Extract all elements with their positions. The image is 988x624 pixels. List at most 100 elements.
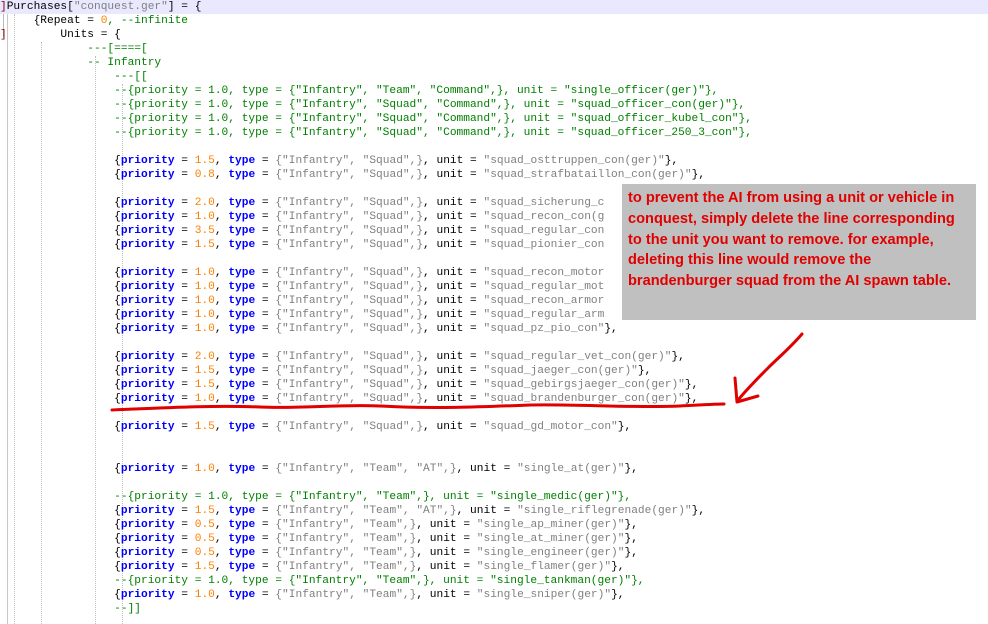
code-line[interactable]: ---[[ (0, 70, 148, 84)
code-line[interactable]: {priority = 0.8, type = {"Infantry", "Sq… (0, 168, 705, 182)
code-keyword: priority (120, 393, 175, 405)
code-line[interactable]: --{priority = 1.0, type = {"Infantry", "… (0, 84, 718, 98)
code-keyword: priority (120, 379, 175, 391)
code-text: , (214, 365, 229, 377)
code-line[interactable]: ] Units = { (0, 28, 121, 42)
code-line[interactable]: {priority = 1.0, type = {"Infantry", "Sq… (0, 210, 604, 224)
code-line[interactable]: {priority = 1.5, type = {"Infantry", "Sq… (0, 364, 651, 378)
code-keyword: type (228, 323, 256, 335)
code-text: , unit = (423, 393, 484, 405)
code-text: = (174, 323, 195, 335)
code-line[interactable]: {priority = 1.5, type = {"Infantry", "Sq… (0, 238, 604, 252)
code-line[interactable]: {priority = 1.0, type = {"Infantry", "Sq… (0, 322, 618, 336)
code-text: , unit = (423, 309, 484, 321)
code-text: }, (691, 169, 706, 181)
code-line[interactable]: {priority = 1.0, type = {"Infantry", "Sq… (0, 266, 604, 280)
code-text: , unit = (416, 533, 477, 545)
code-number: 1.5 (194, 239, 215, 251)
code-text: , unit = (423, 267, 484, 279)
code-number: 1.0 (194, 309, 215, 321)
code-text: = (255, 519, 276, 531)
code-text: , (214, 211, 229, 223)
code-text: = (174, 155, 195, 167)
code-text: = (174, 351, 195, 363)
code-line[interactable]: --{priority = 1.0, type = {"Infantry", "… (0, 490, 631, 504)
code-string: "squad_jaeger_con(ger)" (483, 365, 638, 377)
code-string: {"Infantry", "Squad",} (275, 197, 424, 209)
code-string: {"Infantry", "Team",} (275, 547, 417, 559)
code-line[interactable]: --{priority = 1.0, type = {"Infantry", "… (0, 98, 745, 112)
code-line[interactable]: ---[====[ (0, 42, 148, 56)
code-line[interactable]: {priority = 0.5, type = {"Infantry", "Te… (0, 518, 638, 532)
code-string: {"Infantry", "Team", "AT",} (275, 505, 457, 517)
code-line[interactable]: {priority = 1.5, type = {"Infantry", "Te… (0, 560, 624, 574)
code-text: , unit = (423, 379, 484, 391)
code-text: = (174, 197, 195, 209)
code-keyword: priority (120, 197, 175, 209)
code-line[interactable]: --]] (0, 602, 141, 616)
code-line[interactable]: {priority = 1.0, type = {"Infantry", "Te… (0, 588, 624, 602)
code-string: {"Infantry", "Squad",} (275, 295, 424, 307)
code-string: {"Infantry", "Squad",} (275, 267, 424, 279)
code-text: { (0, 533, 121, 545)
code-text: { (0, 211, 121, 223)
code-line[interactable]: -- Infantry (0, 56, 161, 70)
code-number: 1.5 (194, 505, 215, 517)
code-line[interactable]: {priority = 2.0, type = {"Infantry", "Sq… (0, 196, 604, 210)
code-line[interactable]: --{priority = 1.0, type = {"Infantry", "… (0, 574, 644, 588)
code-string: "conquest.ger" (73, 1, 168, 13)
code-comment: ---[====[ (6, 43, 148, 55)
code-keyword: type (228, 561, 256, 573)
code-number: 1.0 (194, 281, 215, 293)
code-number: 3.5 (194, 225, 215, 237)
code-comment: ---[[ (6, 71, 148, 83)
code-line[interactable]: {priority = 1.5, type = {"Infantry", "Sq… (0, 154, 678, 168)
code-line[interactable]: {priority = 1.5, type = {"Infantry", "Te… (0, 504, 705, 518)
code-text: , unit = (423, 295, 484, 307)
code-text: , unit = (423, 421, 484, 433)
code-line[interactable]: {priority = 1.5, type = {"Infantry", "Sq… (0, 378, 698, 392)
code-text: { (0, 155, 121, 167)
code-text: { (0, 295, 121, 307)
code-line[interactable]: {priority = 0.5, type = {"Infantry", "Te… (0, 546, 638, 560)
code-line[interactable]: {priority = 3.5, type = {"Infantry", "Sq… (0, 224, 604, 238)
code-line[interactable]: --{priority = 1.0, type = {"Infantry", "… (0, 126, 752, 140)
code-text: { (0, 323, 121, 335)
code-keyword: type (228, 505, 256, 517)
code-text: , unit = (423, 351, 484, 363)
code-line[interactable]: --{priority = 1.0, type = {"Infantry", "… (0, 112, 752, 126)
code-line[interactable]: {priority = 0.5, type = {"Infantry", "Te… (0, 532, 638, 546)
code-line[interactable]: {priority = 1.5, type = {"Infantry", "Sq… (0, 420, 631, 434)
code-text: = (174, 421, 195, 433)
code-line[interactable]: {priority = 1.0, type = {"Infantry", "Sq… (0, 280, 604, 294)
code-line[interactable]: {Repeat = 0, --infinite (0, 14, 188, 28)
code-keyword: priority (120, 155, 175, 167)
code-text: { (0, 225, 121, 237)
code-number: 1.0 (194, 211, 215, 223)
code-editor[interactable]: ]Purchases["conquest.ger"] = { {Repeat =… (0, 0, 988, 624)
code-keyword: priority (120, 589, 175, 601)
code-text: = (255, 379, 276, 391)
code-string: {"Infantry", "Team",} (275, 519, 417, 531)
code-keyword: type (228, 169, 256, 181)
code-keyword: type (228, 267, 256, 279)
code-text: = (255, 295, 276, 307)
code-text: }, (637, 365, 652, 377)
code-number: 1.0 (194, 267, 215, 279)
code-line[interactable]: {priority = 1.0, type = {"Infantry", "Te… (0, 462, 638, 476)
code-line[interactable]: ]Purchases["conquest.ger"] = { (0, 0, 988, 14)
code-line[interactable]: {priority = 1.0, type = {"Infantry", "Sq… (0, 308, 604, 322)
code-text: = (255, 309, 276, 321)
code-line[interactable]: {priority = 2.0, type = {"Infantry", "Sq… (0, 350, 685, 364)
fold-marker: ] (0, 29, 7, 41)
code-number: 0.5 (194, 547, 215, 559)
code-text: , (214, 225, 229, 237)
code-keyword: priority (120, 225, 175, 237)
code-text: }, (624, 547, 638, 559)
code-number: 1.0 (194, 295, 215, 307)
code-line[interactable]: {priority = 1.0, type = {"Infantry", "Sq… (0, 392, 698, 406)
code-string: "single_engineer(ger)" (476, 547, 625, 559)
code-string: {"Infantry", "Squad",} (275, 379, 424, 391)
code-line[interactable]: {priority = 1.0, type = {"Infantry", "Sq… (0, 294, 604, 308)
